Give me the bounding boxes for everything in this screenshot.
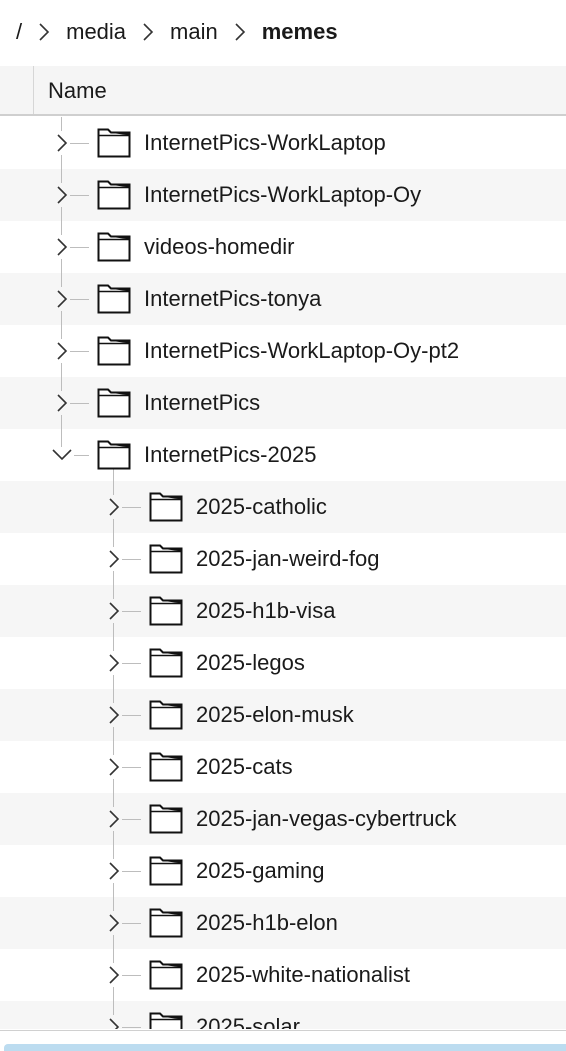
- tree-guide-line: [113, 469, 114, 481]
- folder-icon: [149, 958, 183, 990]
- folder-label: 2025-cats: [196, 754, 293, 779]
- folder-icon: [149, 646, 183, 678]
- folder-label: InternetPics-WorkLaptop-Oy-pt2: [144, 338, 460, 363]
- folder-label: 2025-jan-vegas-cybertruck: [196, 806, 457, 831]
- chevron-right-icon[interactable]: [106, 599, 122, 623]
- tree-row[interactable]: 2025-h1b-visa: [0, 585, 566, 637]
- chevron-right-icon[interactable]: [54, 391, 70, 415]
- folder-icon: [97, 438, 131, 470]
- folder-icon: [97, 282, 131, 314]
- folder-label: InternetPics: [144, 390, 261, 415]
- folder-icon: [149, 906, 183, 938]
- column-divider[interactable]: [33, 66, 34, 114]
- tree-row[interactable]: 2025-legos: [0, 637, 566, 689]
- tree-row[interactable]: 2025-solar: [0, 1001, 566, 1029]
- folder-label: 2025-elon-musk: [196, 702, 354, 727]
- folder-icon: [149, 854, 183, 886]
- chevron-right-icon[interactable]: [54, 339, 70, 363]
- breadcrumb-main[interactable]: main: [170, 19, 218, 45]
- folder-label: 2025-h1b-visa: [196, 598, 336, 623]
- breadcrumb: / media main memes: [0, 0, 566, 64]
- chevron-right-icon: [233, 20, 247, 44]
- tree-row[interactable]: 2025-gaming: [0, 845, 566, 897]
- tree-row[interactable]: 2025-h1b-elon: [0, 897, 566, 949]
- folder-icon: [97, 386, 131, 418]
- file-tree: InternetPics-WorkLaptop InternetPics-Wor…: [0, 117, 566, 1029]
- tree-row[interactable]: 2025-jan-vegas-cybertruck: [0, 793, 566, 845]
- folder-icon: [97, 126, 131, 158]
- folder-label: 2025-gaming: [196, 858, 325, 883]
- tree-row[interactable]: InternetPics: [0, 377, 566, 429]
- chevron-right-icon[interactable]: [106, 755, 122, 779]
- folder-icon: [149, 750, 183, 782]
- folder-label: 2025-legos: [196, 650, 305, 675]
- folder-icon: [149, 542, 183, 574]
- chevron-right-icon[interactable]: [106, 859, 122, 883]
- chevron-right-icon[interactable]: [54, 131, 70, 155]
- folder-icon: [149, 1010, 183, 1029]
- breadcrumb-media[interactable]: media: [66, 19, 126, 45]
- folder-label: 2025-catholic: [196, 494, 327, 519]
- tree-row[interactable]: InternetPics-tonya: [0, 273, 566, 325]
- tree-row-expanded[interactable]: InternetPics-2025: [0, 429, 566, 481]
- tree-row[interactable]: 2025-catholic: [0, 481, 566, 533]
- folder-label: InternetPics-WorkLaptop: [144, 130, 386, 155]
- folder-label: 2025-white-nationalist: [196, 962, 411, 987]
- folder-icon: [149, 802, 183, 834]
- folder-icon: [149, 490, 183, 522]
- chevron-right-icon[interactable]: [106, 547, 122, 571]
- chevron-down-icon[interactable]: [50, 447, 74, 463]
- tree-row[interactable]: InternetPics-WorkLaptop-Oy: [0, 169, 566, 221]
- folder-icon: [149, 698, 183, 730]
- folder-label: 2025-jan-weird-fog: [196, 546, 380, 571]
- folder-label: 2025-h1b-elon: [196, 910, 338, 935]
- folder-icon: [97, 334, 131, 366]
- chevron-right-icon: [37, 20, 51, 44]
- chevron-right-icon[interactable]: [106, 651, 122, 675]
- chevron-right-icon[interactable]: [106, 1015, 122, 1029]
- folder-label: InternetPics-WorkLaptop-Oy: [144, 182, 422, 207]
- tree-row[interactable]: 2025-white-nationalist: [0, 949, 566, 1001]
- folder-icon: [149, 594, 183, 626]
- breadcrumb-current: memes: [261, 19, 338, 44]
- breadcrumb-root[interactable]: /: [16, 19, 22, 45]
- chevron-right-icon[interactable]: [106, 911, 122, 935]
- chevron-right-icon[interactable]: [54, 183, 70, 207]
- tree-row[interactable]: InternetPics-WorkLaptop-Oy-pt2: [0, 325, 566, 377]
- chevron-right-icon: [141, 20, 155, 44]
- folder-label: videos-homedir: [144, 234, 295, 259]
- folder-label: InternetPics-2025: [144, 442, 317, 467]
- tree-row[interactable]: 2025-jan-weird-fog: [0, 533, 566, 585]
- folder-icon: [97, 178, 131, 210]
- chevron-right-icon[interactable]: [54, 235, 70, 259]
- chevron-right-icon[interactable]: [106, 963, 122, 987]
- folder-icon: [97, 230, 131, 262]
- horizontal-scrollbar[interactable]: [0, 1030, 566, 1051]
- tree-row[interactable]: 2025-cats: [0, 741, 566, 793]
- chevron-right-icon[interactable]: [54, 287, 70, 311]
- tree-row[interactable]: InternetPics-WorkLaptop: [0, 117, 566, 169]
- chevron-right-icon[interactable]: [106, 495, 122, 519]
- chevron-right-icon[interactable]: [106, 807, 122, 831]
- column-header: Name: [0, 66, 566, 116]
- tree-row[interactable]: 2025-elon-musk: [0, 689, 566, 741]
- chevron-right-icon[interactable]: [106, 703, 122, 727]
- name-column-header[interactable]: Name: [48, 78, 107, 104]
- folder-label: InternetPics-tonya: [144, 286, 322, 311]
- tree-row[interactable]: videos-homedir: [0, 221, 566, 273]
- folder-label: 2025-solar: [196, 1014, 300, 1029]
